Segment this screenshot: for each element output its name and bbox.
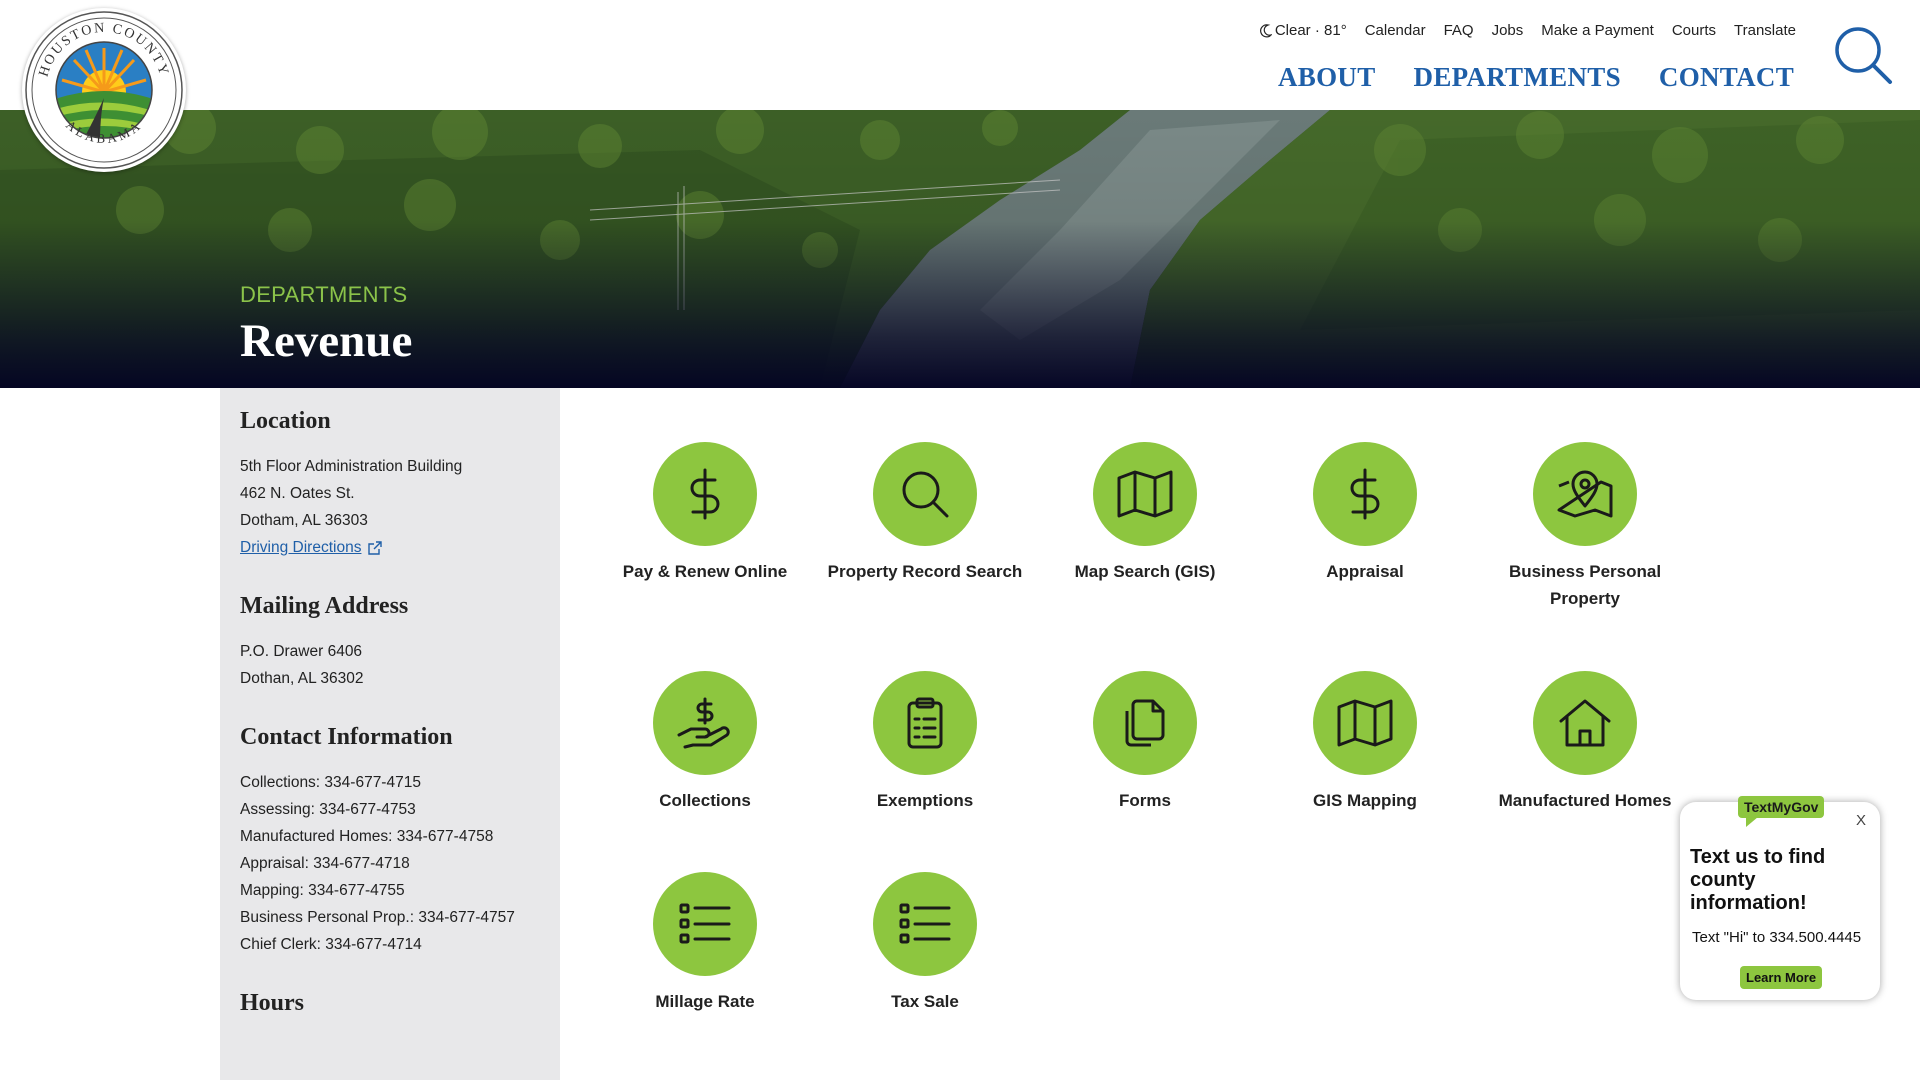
link-faq[interactable]: FAQ	[1444, 22, 1474, 39]
tile-circle	[1533, 442, 1637, 546]
contact-line: Collections: 334-677-4715	[240, 774, 421, 791]
hero-banner: DEPARTMENTS Revenue	[0, 110, 1920, 388]
mailing-line: P.O. Drawer 6406	[240, 643, 363, 660]
tile-label: Manufactured Homes	[1498, 791, 1672, 810]
tile-label: Forms	[1119, 791, 1171, 810]
learn-more-button[interactable]: Learn More	[1740, 966, 1823, 989]
tile-label: Millage Rate	[655, 992, 755, 1011]
tile-circle	[653, 671, 757, 775]
link-calendar[interactable]: Calendar	[1365, 22, 1426, 39]
location-line: Dotham, AL 36303	[240, 512, 368, 529]
search-button[interactable]	[1832, 24, 1894, 86]
tile-circle	[653, 442, 757, 546]
contact-line: Mapping: 334-677-4755	[240, 882, 405, 899]
hero-kicker[interactable]: DEPARTMENTS	[240, 282, 408, 308]
tile-business-personal-property[interactable]: Business Personal Property	[1480, 442, 1690, 612]
tile-label: Business Personal Property	[1508, 562, 1662, 608]
dollar-icon	[1350, 468, 1380, 520]
contact-line: Business Personal Prop.: 334-677-4757	[240, 909, 515, 926]
documents-icon	[1125, 699, 1165, 747]
tile-label: GIS Mapping	[1313, 791, 1417, 810]
list-icon	[899, 903, 951, 944]
hours-heading: Hours	[240, 990, 305, 1016]
contact-heading: Contact Information	[240, 724, 453, 750]
location-block: 5th Floor Administration Building 462 N.…	[240, 453, 540, 561]
driving-directions-label: Driving Directions	[240, 539, 362, 556]
tile-forms[interactable]: Forms	[1040, 671, 1250, 814]
tile-label: Exemptions	[876, 791, 974, 810]
weather-widget: Clear · 81°	[1259, 22, 1347, 39]
utility-nav: Clear · 81° Calendar FAQ Jobs Make a Pay…	[1259, 22, 1796, 39]
link-translate[interactable]: Translate	[1734, 22, 1796, 39]
home-icon	[1559, 699, 1611, 747]
driving-directions-link[interactable]: Driving Directions	[240, 534, 383, 561]
link-make-payment[interactable]: Make a Payment	[1541, 22, 1654, 39]
tile-appraisal[interactable]: Appraisal	[1260, 442, 1470, 585]
nav-about[interactable]: ABOUT	[1278, 62, 1376, 93]
sidebar: Location 5th Floor Administration Buildi…	[220, 388, 560, 1080]
search-icon	[902, 471, 949, 518]
link-courts[interactable]: Courts	[1672, 22, 1716, 39]
tile-label: Collections	[659, 791, 751, 810]
tile-circle	[653, 872, 757, 976]
location-line: 462 N. Oates St.	[240, 485, 355, 502]
external-link-icon	[368, 540, 383, 555]
mailing-block: P.O. Drawer 6406 Dothan, AL 36302	[240, 638, 540, 692]
tile-circle	[873, 872, 977, 976]
search-icon	[1835, 27, 1892, 84]
site-header: Clear · 81° Calendar FAQ Jobs Make a Pay…	[0, 0, 1920, 110]
tile-circle	[1313, 442, 1417, 546]
map-pin-icon	[1557, 470, 1613, 518]
tile-manufactured-homes[interactable]: Manufactured Homes	[1480, 671, 1690, 814]
contact-block: Collections: 334-677-4715 Assessing: 334…	[240, 769, 540, 958]
tile-collections[interactable]: Collections	[600, 671, 810, 814]
main-nav: ABOUT DEPARTMENTS CONTACT	[1278, 62, 1794, 93]
widget-close-button[interactable]: X	[1856, 812, 1866, 829]
tile-gis-mapping[interactable]: GIS Mapping	[1260, 671, 1470, 814]
contact-line: Assessing: 334-677-4753	[240, 801, 416, 818]
tile-property-record-search[interactable]: Property Record Search	[820, 442, 1030, 585]
mailing-heading: Mailing Address	[240, 593, 409, 619]
tile-circle	[873, 671, 977, 775]
county-seal-logo[interactable]: HOUSTON COUNTY ALABAMA	[22, 8, 186, 172]
tile-exemptions[interactable]: Exemptions	[820, 671, 1030, 814]
tile-label: Map Search (GIS)	[1074, 562, 1216, 581]
clipboard-icon	[907, 697, 943, 749]
list-icon	[679, 903, 731, 944]
location-heading: Location	[240, 408, 331, 434]
weather-text: Clear · 81°	[1274, 22, 1347, 39]
map-icon	[1337, 699, 1393, 747]
tile-circle	[1313, 671, 1417, 775]
seal-graphic: HOUSTON COUNTY ALABAMA	[25, 11, 183, 169]
tile-tax-sale[interactable]: Tax Sale	[820, 872, 1030, 1015]
moon-icon	[1259, 23, 1272, 37]
tile-circle	[1093, 671, 1197, 775]
tile-label: Pay & Renew Online	[622, 562, 788, 581]
tile-label: Appraisal	[1326, 562, 1404, 581]
hand-dollar-icon	[677, 697, 730, 749]
page-title: Revenue	[240, 315, 413, 367]
widget-title: Text us to find county information!	[1690, 846, 1826, 914]
tile-circle	[1093, 442, 1197, 546]
map-icon	[1117, 470, 1173, 518]
tile-map-search-gis[interactable]: Map Search (GIS)	[1040, 442, 1250, 585]
location-line: 5th Floor Administration Building	[240, 458, 463, 475]
contact-line: Appraisal: 334-677-4718	[240, 855, 410, 872]
dollar-icon	[690, 468, 720, 520]
mailing-line: Dothan, AL 36302	[240, 670, 364, 687]
nav-contact[interactable]: CONTACT	[1659, 62, 1794, 93]
tile-millage-rate[interactable]: Millage Rate	[600, 872, 810, 1015]
textmygov-widget: TextMyGov X Text us to find county infor…	[1680, 796, 1880, 1000]
textmygov-badge: TextMyGov	[1738, 796, 1825, 827]
tile-label: Tax Sale	[891, 992, 959, 1011]
contact-line: Manufactured Homes: 334-677-4758	[240, 828, 494, 845]
nav-departments[interactable]: DEPARTMENTS	[1414, 62, 1621, 93]
tile-circle	[1533, 671, 1637, 775]
tile-pay-renew-online[interactable]: Pay & Renew Online	[600, 442, 810, 585]
link-jobs[interactable]: Jobs	[1492, 22, 1524, 39]
tile-circle	[873, 442, 977, 546]
widget-body: Text "Hi" to 334.500.4445	[1692, 929, 1862, 946]
contact-line: Chief Clerk: 334-677-4714	[240, 936, 422, 953]
tile-label: Property Record Search	[827, 562, 1023, 581]
